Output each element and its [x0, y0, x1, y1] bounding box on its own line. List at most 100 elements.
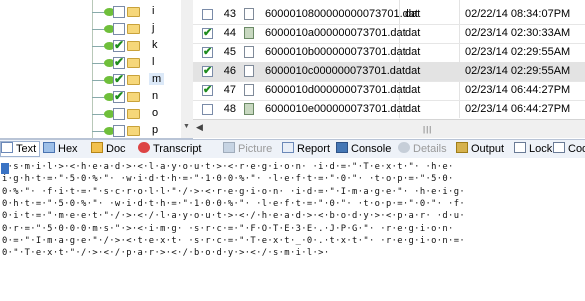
- tab-report[interactable]: Report: [282, 142, 330, 156]
- file-row-checkbox[interactable]: [202, 104, 213, 115]
- text-line: 0·h·t·=·"·5·0·%·"· ·w·i·d·t·h·=·"·1·0·0·…: [2, 198, 465, 209]
- file-row-number: 47: [223, 84, 236, 96]
- file-name: 6000010d000000073701.dat: [265, 84, 406, 96]
- output-icon: [456, 142, 468, 153]
- file-row-checkbox[interactable]: [202, 83, 213, 96]
- console-icon: [336, 142, 348, 153]
- tab-picture-label: Picture: [238, 143, 273, 155]
- folder-icon: [127, 109, 140, 119]
- folder-icon: [127, 41, 140, 51]
- tree-item-checkbox[interactable]: [113, 23, 125, 35]
- file-row-number: 44: [223, 27, 236, 39]
- tab-console-label: Console: [351, 143, 392, 155]
- file-name: 6000010c000000073701.dat: [265, 65, 406, 77]
- file-type: dat: [405, 8, 421, 20]
- codepage-checkbox-icon: [553, 142, 565, 153]
- file-date: 02/23/14 06:44:27PM: [465, 84, 571, 96]
- file-row[interactable]: 44 6000010a000000073701.datdat 02/23/14 02…: [193, 24, 585, 44]
- folder-tree: ijklmnop: [0, 0, 193, 139]
- codepage-label: Codepage: [568, 143, 585, 155]
- file-name: 6000010800000000073701.dat: [265, 8, 418, 20]
- tree-item[interactable]: p: [0, 123, 193, 138]
- tree-item-label: p: [152, 124, 159, 136]
- tree-item-checkbox[interactable]: [113, 72, 125, 86]
- tree-item[interactable]: n: [0, 89, 193, 105]
- file-icon: [244, 8, 254, 20]
- file-date: 02/23/14 06:44:27PM: [465, 103, 571, 115]
- file-row[interactable]: 47 6000010d000000073701.datdat 02/23/14 06…: [193, 81, 585, 101]
- codepage-toggle[interactable]: Codepage: [553, 142, 585, 156]
- tree-scrollbar[interactable]: [181, 0, 193, 138]
- tree-item-checkbox[interactable]: [113, 108, 125, 120]
- tab-transcript[interactable]: Transcript: [138, 142, 202, 156]
- file-row-checkbox[interactable]: [202, 64, 213, 77]
- tree-item[interactable]: l: [0, 55, 193, 71]
- file-row-number: 45: [223, 46, 236, 58]
- file-row-number: 46: [223, 65, 236, 77]
- text-cursor-highlight: [1, 163, 9, 174]
- tree-item-checkbox[interactable]: [113, 55, 125, 69]
- folder-icon: [127, 24, 140, 34]
- file-row-checkbox[interactable]: [202, 45, 213, 58]
- file-row[interactable]: 43 6000010800000000073701.dat dat 02/22/14 …: [193, 5, 585, 25]
- tree-item-checkbox[interactable]: [113, 125, 125, 137]
- file-icon: [244, 65, 254, 77]
- tab-hex[interactable]: Hex: [43, 142, 78, 156]
- text-viewer[interactable]: c·s·m·i·l·>·<·h·e·a·d·>·<·l·a·y·o·u·t·>·…: [0, 158, 585, 301]
- file-date: 02/22/14 08:34:07PM: [465, 8, 571, 20]
- tree-item[interactable]: m: [0, 72, 193, 88]
- tree-item-checkbox[interactable]: [113, 38, 125, 52]
- image-file-icon: [244, 103, 254, 115]
- tree-item[interactable]: j: [0, 21, 193, 37]
- tree-item-checkbox[interactable]: [113, 89, 125, 103]
- text-line: 0·%·"· ·f·i·t·=·"·s·c·r·o·l·l·"·/·>·<·r·…: [2, 186, 465, 197]
- file-row[interactable]: 48 6000010e000000073701.dat dat 02/23/14 06…: [193, 100, 585, 120]
- scroll-thumb-grip-icon[interactable]: |||: [423, 125, 432, 134]
- tree-item[interactable]: k: [0, 38, 193, 54]
- folder-icon: [127, 58, 140, 68]
- file-date: 02/23/14 02:29:55AM: [465, 65, 571, 77]
- horizontal-scrollbar[interactable]: ◀ |||: [193, 119, 585, 138]
- folder-icon: [127, 92, 140, 102]
- text-line: 0·=·"·I·m·a·g·e·"·/·>·<·t·e·x·t· ·s·r·c·…: [2, 235, 465, 246]
- file-name: 6000010e000000073701.dat: [265, 103, 406, 115]
- tree-item-checkbox[interactable]: [113, 6, 125, 18]
- tree-item-label: i: [152, 5, 155, 17]
- folder-icon: [127, 7, 140, 17]
- tab-report-label: Report: [297, 143, 331, 155]
- file-row[interactable]: 45 6000010b000000073701.datdat 02/23/14 02…: [193, 43, 585, 63]
- tab-details-label: Details: [413, 143, 447, 155]
- document-icon: [91, 142, 103, 153]
- tab-picture[interactable]: Picture: [223, 142, 272, 156]
- image-file-icon: [244, 27, 254, 39]
- file-row-checkbox[interactable]: [202, 26, 213, 39]
- file-type: dat: [405, 103, 421, 115]
- viewer-toolbar: Text Hex Doc Transcript Picture Report C…: [0, 139, 585, 159]
- file-icon: [244, 84, 254, 96]
- folder-icon: [127, 126, 140, 136]
- transcript-icon: [138, 142, 150, 153]
- scroll-left-arrow-icon[interactable]: ◀: [196, 122, 203, 133]
- tree-item[interactable]: i: [0, 4, 193, 20]
- tree-item[interactable]: o: [0, 106, 193, 122]
- tab-text-label: Text: [16, 143, 37, 155]
- tab-transcript-label: Transcript: [153, 143, 202, 155]
- file-row[interactable]: 46 6000010c000000073701.datdat 02/23/14 02…: [193, 62, 585, 82]
- lock-label: Lock: [529, 143, 553, 155]
- lock-toggle[interactable]: Lock: [514, 142, 552, 156]
- text-view-icon: [1, 142, 13, 153]
- tab-doc[interactable]: Doc: [91, 142, 126, 156]
- tab-doc-label: Doc: [106, 143, 126, 155]
- tree-item-label: o: [152, 107, 159, 119]
- scroll-down-arrow-icon[interactable]: ▼: [183, 123, 190, 130]
- tab-text[interactable]: Text: [0, 141, 41, 157]
- tab-console[interactable]: Console: [336, 142, 391, 156]
- file-row-number: 43: [223, 8, 236, 20]
- tree-item-label: n: [152, 90, 159, 102]
- text-line: 0·r·=·"·5·0·0·0·m·s·"·>·<·i·m·g· ·s·r·c·…: [2, 223, 454, 234]
- tree-item-label: j: [152, 22, 155, 34]
- file-name: 6000010b000000073701.dat: [265, 46, 406, 58]
- tab-details[interactable]: Details: [398, 142, 447, 156]
- tab-output[interactable]: Output: [456, 142, 504, 156]
- file-row-checkbox[interactable]: [202, 9, 213, 20]
